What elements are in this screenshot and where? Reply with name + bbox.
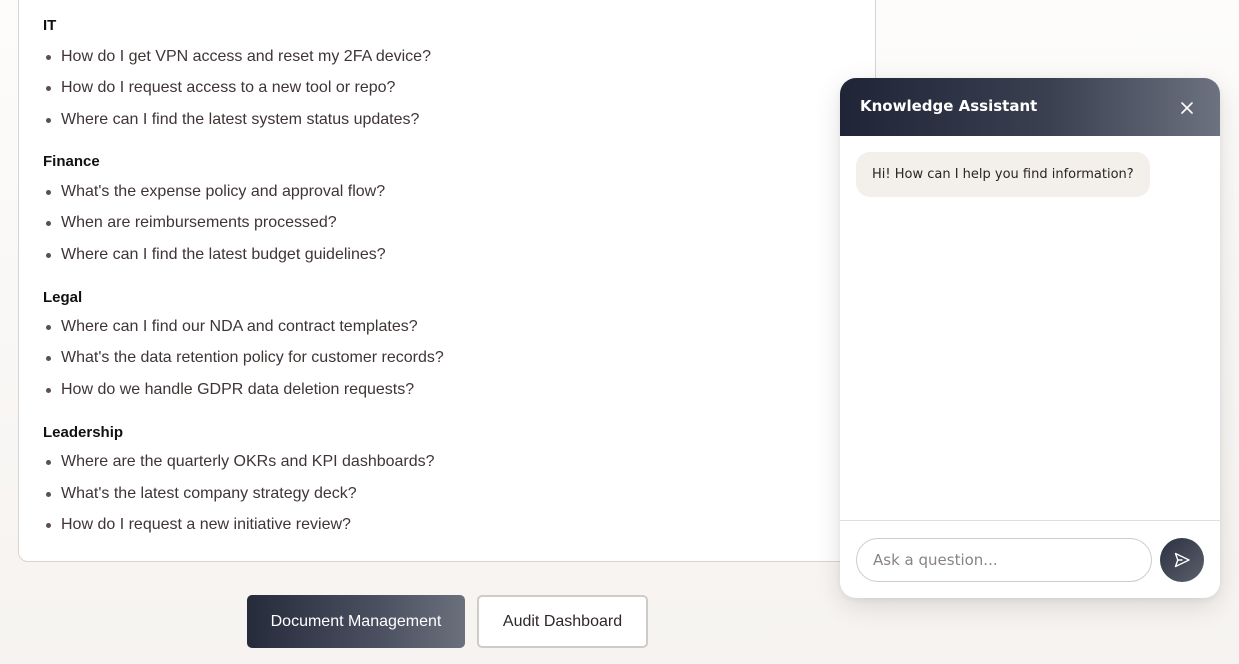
bullet (46, 523, 51, 528)
section-title-leadership: Leadership (43, 424, 124, 441)
bullet (46, 388, 51, 393)
send-icon (1174, 552, 1190, 568)
section-title-legal: Legal (43, 289, 83, 306)
faq-item[interactable]: How do I request a new initiative review… (46, 516, 351, 534)
close-icon[interactable] (1176, 97, 1198, 119)
faq-item-label: What's the data retention policy for cus… (61, 349, 444, 366)
faq-item[interactable]: Where can I find the latest system statu… (46, 111, 420, 129)
faq-item-label: What's the expense policy and approval f… (61, 183, 386, 200)
faq-item[interactable]: Where are the quarterly OKRs and KPI das… (46, 453, 435, 471)
bullet (46, 356, 51, 361)
audit-dashboard-button[interactable]: Audit Dashboard (477, 595, 648, 648)
faq-item[interactable]: What's the latest company strategy deck? (46, 485, 357, 503)
faq-item-label: What's the latest company strategy deck? (61, 485, 357, 502)
faq-item[interactable]: How do I request access to a new tool or… (46, 79, 396, 97)
question-input[interactable] (856, 538, 1152, 582)
faq-item[interactable]: How do we handle GDPR data deletion requ… (46, 381, 415, 399)
send-button[interactable] (1160, 538, 1204, 582)
faq-item[interactable]: When are reimbursements processed? (46, 214, 337, 232)
section-title-finance: Finance (43, 153, 100, 170)
faq-item-label: How do I request a new initiative review… (61, 516, 351, 533)
faq-item[interactable]: What's the expense policy and approval f… (46, 183, 386, 201)
chat-widget: Knowledge Assistant Hi! How can I help y… (840, 78, 1220, 598)
bullet (46, 253, 51, 258)
faq-item[interactable]: Where can I find the latest budget guide… (46, 246, 386, 264)
faq-item-label: How do I request access to a new tool or… (61, 79, 396, 96)
bullet (46, 190, 51, 195)
bullet (46, 492, 51, 497)
faq-item[interactable]: What's the data retention policy for cus… (46, 349, 444, 367)
faq-card: IT How do I get VPN access and reset my … (18, 0, 876, 562)
section-title-it: IT (43, 17, 57, 34)
faq-item-label: When are reimbursements processed? (61, 214, 337, 231)
chat-footer (840, 520, 1220, 598)
bullet (46, 118, 51, 123)
chat-title: Knowledge Assistant (860, 97, 1038, 115)
assistant-message: Hi! How can I help you find information? (856, 152, 1150, 197)
faq-item[interactable]: How do I get VPN access and reset my 2FA… (46, 48, 431, 66)
chat-header: Knowledge Assistant (840, 78, 1220, 136)
faq-item-label: Where are the quarterly OKRs and KPI das… (61, 453, 435, 470)
bullet (46, 86, 51, 91)
faq-item-label: Where can I find the latest budget guide… (61, 246, 386, 263)
faq-item[interactable]: Where can I find our NDA and contract te… (46, 318, 418, 336)
bullet (46, 55, 51, 60)
document-management-button[interactable]: Document Management (247, 595, 465, 648)
message-text: Hi! How can I help you find information? (872, 167, 1134, 182)
faq-item-label: How do we handle GDPR data deletion requ… (61, 381, 415, 398)
faq-item-label: Where can I find the latest system statu… (61, 111, 420, 128)
bullet (46, 325, 51, 330)
bullet (46, 221, 51, 226)
bullet (46, 460, 51, 465)
faq-item-label: How do I get VPN access and reset my 2FA… (61, 48, 431, 65)
faq-item-label: Where can I find our NDA and contract te… (61, 318, 418, 335)
